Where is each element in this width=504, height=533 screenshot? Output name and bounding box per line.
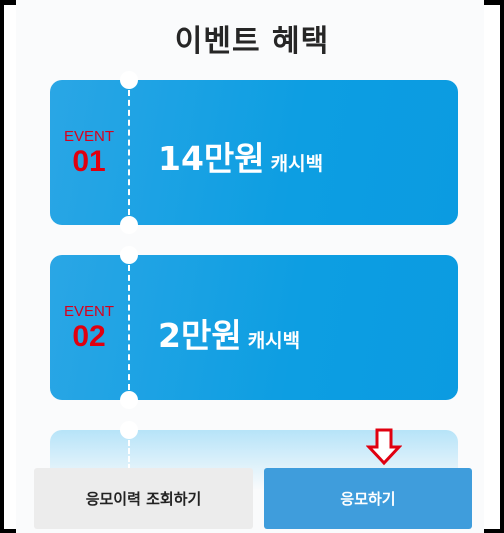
event-benefit: 2만원 캐시백 <box>158 309 300 357</box>
down-arrow-icon <box>366 428 402 466</box>
event-label: EVENT <box>63 128 114 145</box>
benefit-amount: 14만원 <box>158 139 265 178</box>
event-number: 01 <box>72 145 106 178</box>
event-ticket-2[interactable]: EVENT 02 2만원 캐시백 <box>50 246 458 409</box>
event-number: 02 <box>72 320 106 353</box>
benefit-type: 캐시백 <box>270 153 324 175</box>
event-label: EVENT <box>63 303 114 320</box>
event-badge: EVENT 01 <box>50 128 128 177</box>
history-button[interactable]: 응모이력 조회하기 <box>34 468 253 529</box>
ticket-divider <box>128 265 130 390</box>
benefit-amount: 2만원 <box>158 316 242 355</box>
benefit-type: 캐시백 <box>247 330 301 352</box>
page-title: 이벤트 혜택 <box>174 24 330 59</box>
event-ticket-1[interactable]: EVENT 01 14만원 캐시백 <box>50 71 458 234</box>
event-badge: EVENT 02 <box>50 303 128 352</box>
ticket-divider <box>128 90 130 215</box>
event-benefit: 14만원 캐시백 <box>158 132 323 180</box>
apply-button[interactable]: 응모하기 <box>264 468 472 529</box>
